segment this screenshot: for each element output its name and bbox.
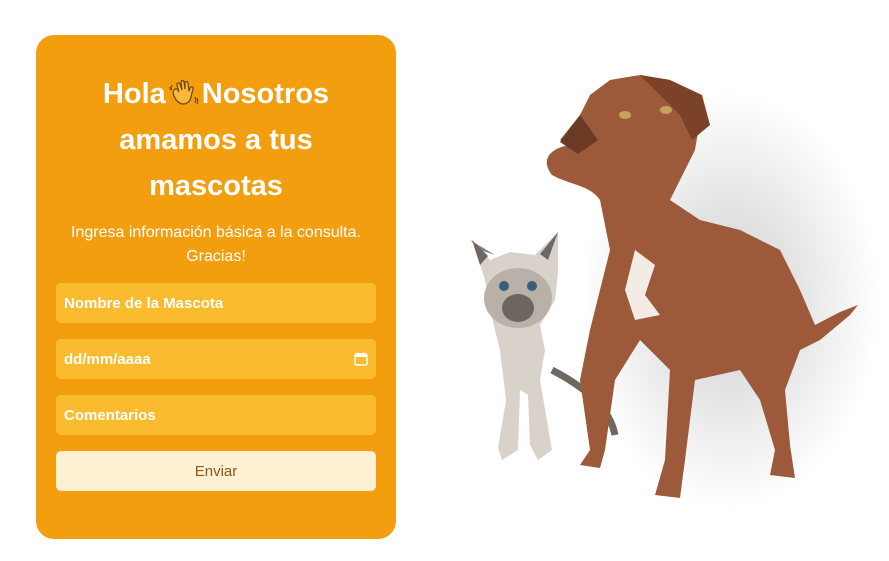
pet-name-input[interactable]: Nombre de la Mascota [56,283,376,323]
date-placeholder: dd/mm/aaaa [64,350,151,368]
dog-and-cat-photo [470,75,880,510]
comments-input[interactable]: Comentarios [56,395,376,435]
form-subtitle: Ingresa información básica a la consulta… [71,224,361,265]
form-title: Hola Nosotros amamos a tus mascotas [56,71,376,209]
date-input[interactable]: dd/mm/aaaa [56,339,376,379]
submit-button[interactable]: Enviar [56,451,376,491]
comments-placeholder: Comentarios [64,406,156,424]
title-greeting: Hola [102,78,166,110]
calendar-icon[interactable] [354,352,368,366]
waving-hand-icon [169,79,199,105]
pet-name-placeholder: Nombre de la Mascota [64,294,224,312]
appointment-form-card: Hola Nosotros amamos a tus mascotas Ingr… [36,35,396,539]
